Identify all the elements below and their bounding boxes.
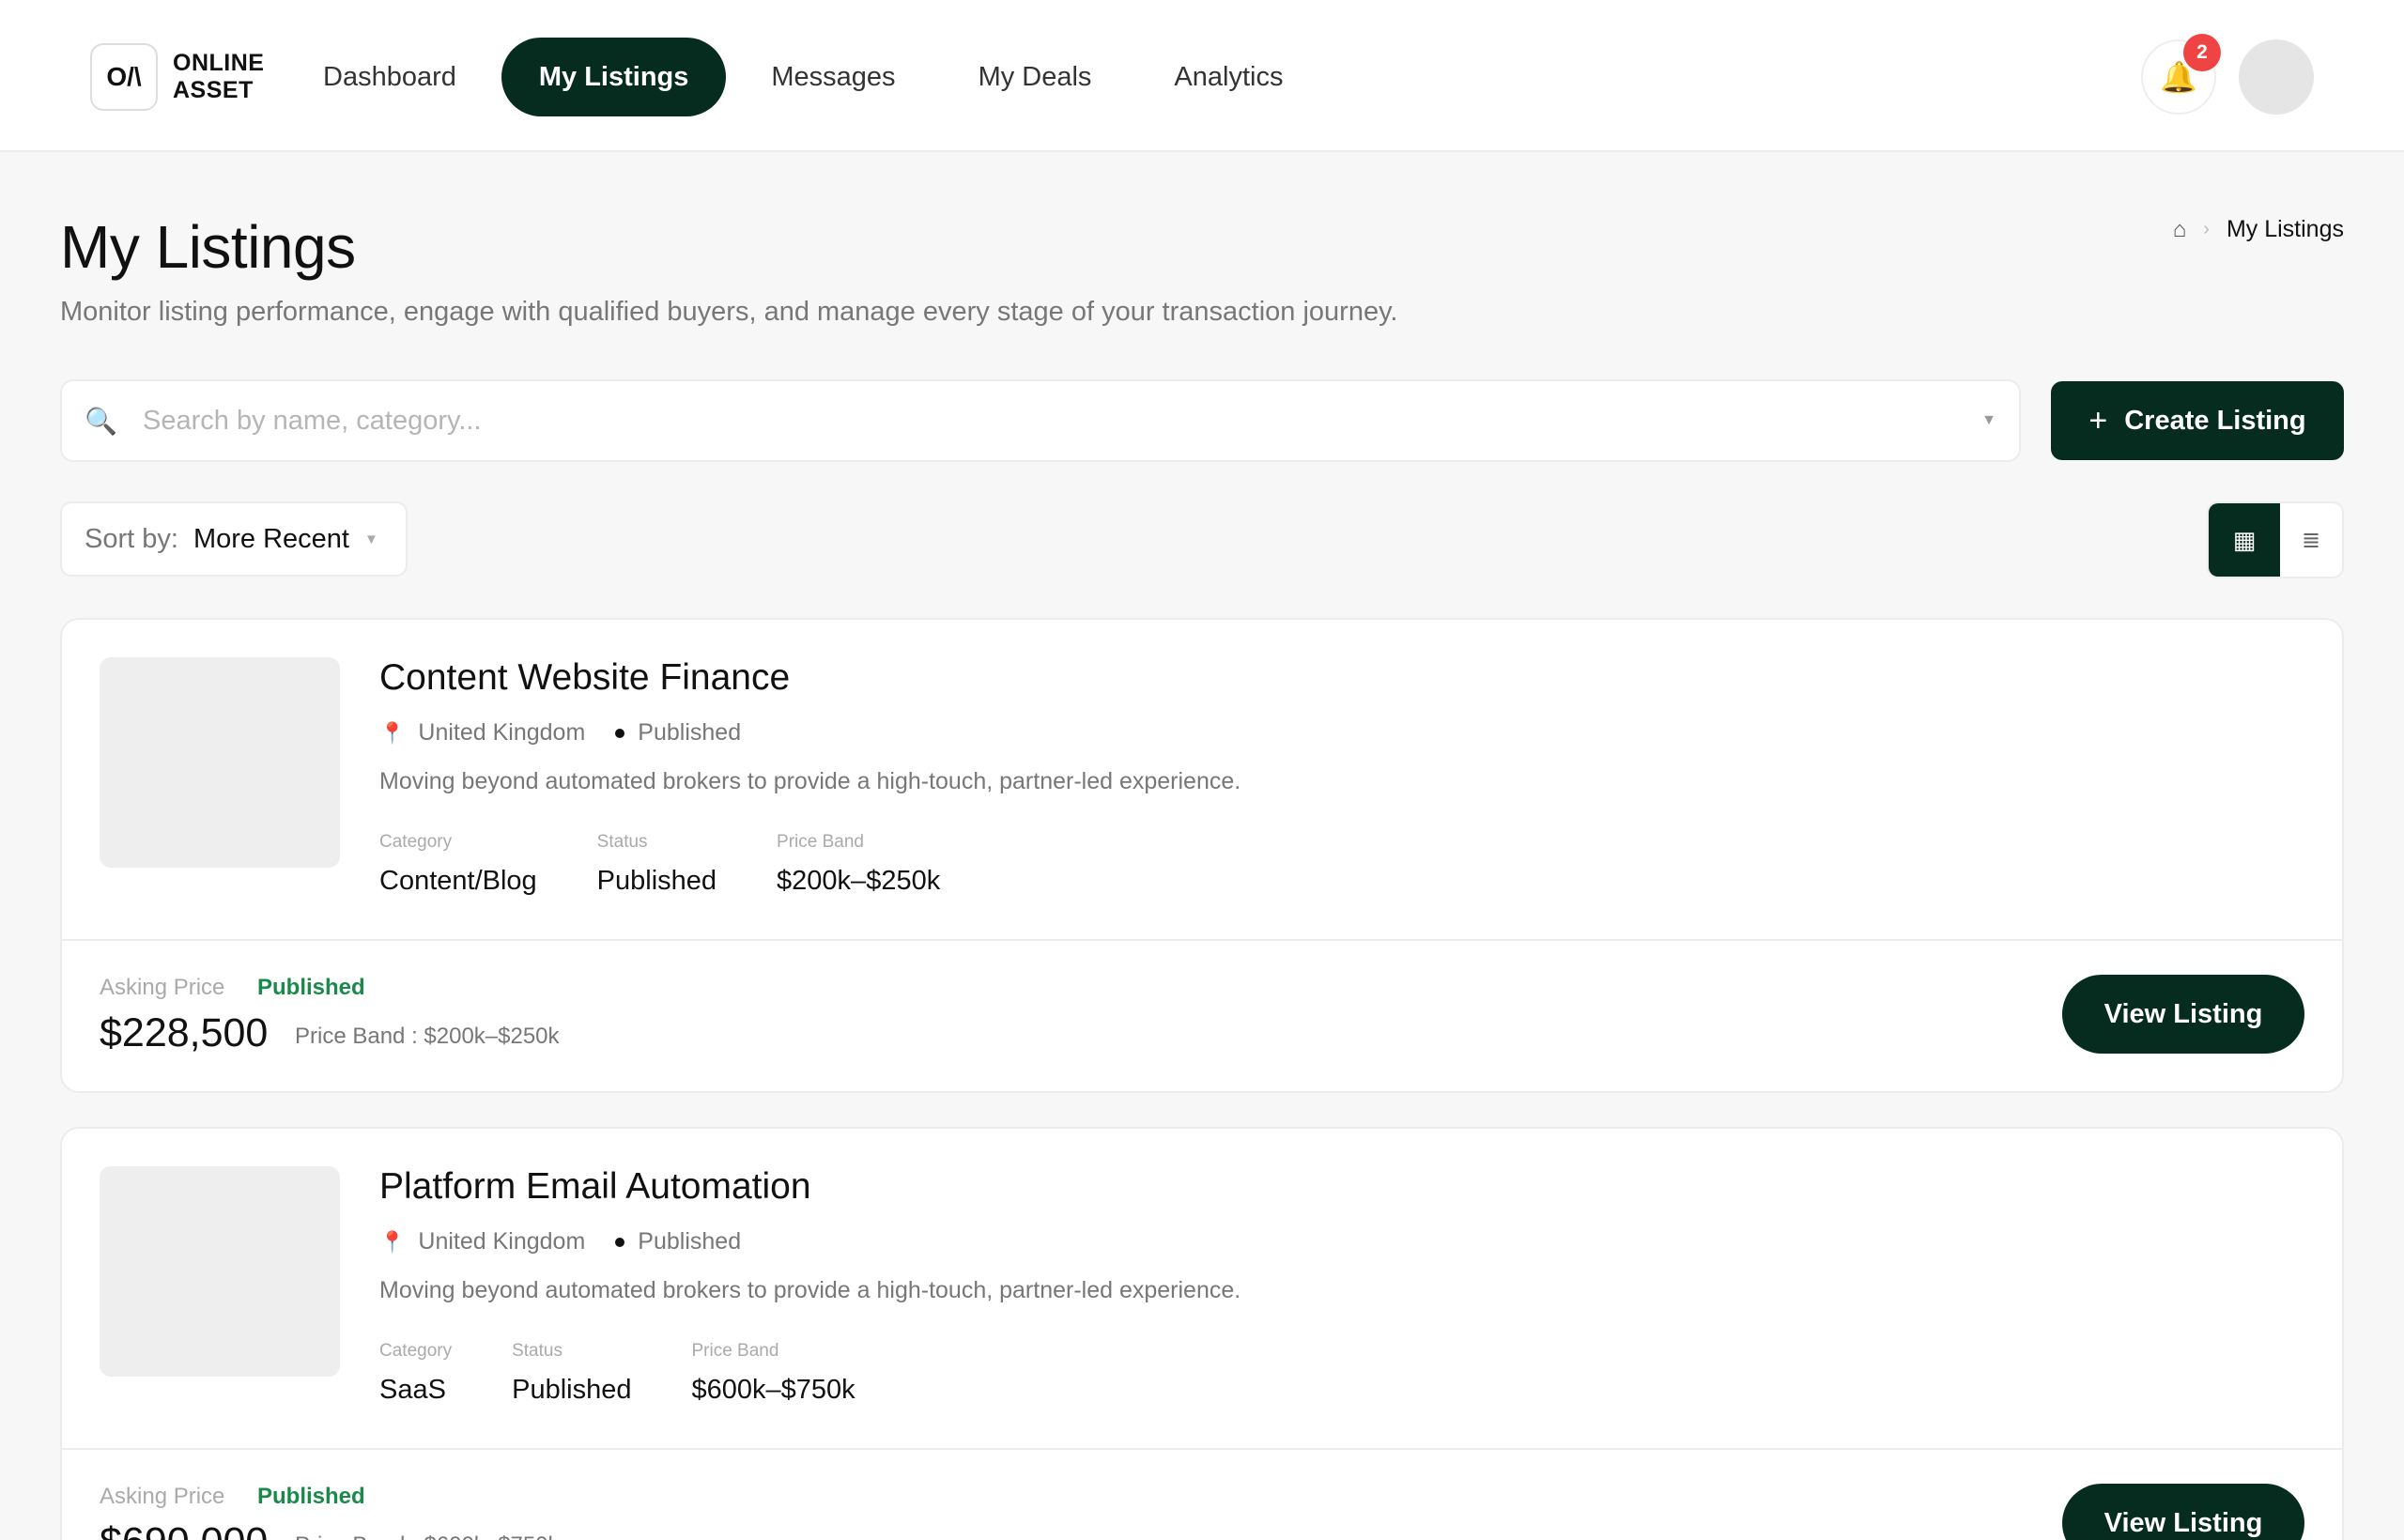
list-view-button[interactable]: ≣: [2280, 503, 2342, 577]
nav-item-my-listings[interactable]: My Listings: [501, 38, 727, 116]
listing-card-body: Content Website Finance 📍 United Kingdom…: [62, 620, 2342, 941]
listing-thumbnail[interactable]: [100, 1166, 340, 1377]
sort-label: Sort by:: [85, 523, 178, 554]
listing-status: Published: [638, 719, 742, 746]
fact-price-band: Price Band $600k–$750k: [691, 1341, 855, 1406]
asking-price-amount: $228,500: [100, 1010, 269, 1055]
listing-card-body: Platform Email Automation 📍 United Kingd…: [62, 1129, 2342, 1450]
nav-item-messages[interactable]: Messages: [733, 38, 932, 116]
listing-card-footer: Asking Price Published $690,000 Price Ba…: [62, 1450, 2342, 1540]
location-pin-icon: 📍: [379, 1229, 406, 1254]
search-bar[interactable]: 🔍 ▼: [60, 379, 2021, 462]
page-subtitle: Monitor listing performance, engage with…: [60, 297, 1398, 327]
listing-description: Moving beyond automated brokers to provi…: [379, 768, 1241, 794]
view-listing-button[interactable]: View Listing: [2062, 975, 2304, 1054]
fact-category: Category Content/Blog: [379, 832, 537, 897]
fact-value: $200k–$250k: [777, 866, 941, 896]
fact-label: Status: [596, 832, 648, 852]
listing-facts: Category SaaS Status Published Price Ban…: [379, 1341, 916, 1406]
grid-icon: ▦: [2232, 525, 2257, 554]
fact-label: Category: [379, 1341, 453, 1361]
asking-price-label: Asking Price: [100, 975, 225, 1000]
logo-text: ONLINE ASSET: [173, 50, 276, 104]
breadcrumb: ⌂ › My Listings: [2173, 216, 2344, 243]
listing-card: Platform Email Automation 📍 United Kingd…: [60, 1127, 2344, 1540]
page-title: My Listings: [60, 213, 356, 281]
fact-value: $600k–$750k: [691, 1375, 855, 1405]
nav-item-my-deals[interactable]: My Deals: [941, 38, 1130, 116]
listing-meta: 📍 United Kingdom Published: [379, 1228, 741, 1255]
user-avatar[interactable]: [2239, 39, 2314, 115]
chevron-right-icon: ›: [2203, 219, 2210, 239]
location-pin-icon: 📍: [379, 720, 406, 745]
listing-status: Published: [638, 1228, 742, 1255]
asking-price-status: Published: [257, 975, 365, 1000]
listing-location: United Kingdom: [418, 719, 586, 746]
listing-meta: 📍 United Kingdom Published: [379, 719, 741, 747]
price-band-text: Price Band : $200k–$250k: [295, 1024, 560, 1049]
fact-category: Category SaaS: [379, 1341, 452, 1406]
home-icon[interactable]: ⌂: [2173, 217, 2187, 243]
price-band-text: Price Band : $600k–$750k: [295, 1532, 560, 1540]
fact-status: Status Published: [512, 1341, 631, 1406]
list-icon: ≣: [2301, 527, 2321, 553]
logo-text-line2: ASSET: [173, 77, 254, 103]
fact-label: Category: [379, 832, 453, 852]
asking-price-amount: $690,000: [100, 1519, 268, 1540]
fact-value: SaaS: [379, 1375, 446, 1405]
asking-price-status: Published: [257, 1484, 365, 1509]
brand-logo[interactable]: O/\ ONLINE ASSET: [90, 43, 276, 111]
sort-value: More Recent: [193, 523, 349, 554]
fact-label: Price Band: [691, 1341, 779, 1361]
logo-text-line1: ONLINE: [173, 50, 265, 76]
asking-price-label: Asking Price: [100, 1484, 225, 1509]
chevron-down-icon: ▼: [363, 531, 378, 547]
fact-status: Status Published: [597, 832, 717, 897]
top-navigation-bar: O/\ ONLINE ASSET Dashboard My Listings M…: [0, 0, 2404, 152]
listing-card: Content Website Finance 📍 United Kingdom…: [60, 618, 2344, 1093]
status-dot-icon: [615, 728, 625, 738]
main-nav: Dashboard My Listings Messages My Deals …: [285, 38, 1328, 116]
create-listing-button[interactable]: + Create Listing: [2051, 381, 2344, 460]
nav-item-dashboard[interactable]: Dashboard: [285, 38, 494, 116]
logo-mark: O/\: [90, 43, 158, 111]
nav-item-analytics[interactable]: Analytics: [1136, 38, 1320, 116]
search-input[interactable]: [143, 405, 1982, 437]
plus-icon: +: [2088, 402, 2108, 439]
sort-dropdown[interactable]: Sort by: More Recent ▼: [60, 501, 408, 577]
fact-value: Published: [512, 1375, 632, 1405]
listing-description: Moving beyond automated brokers to provi…: [379, 1277, 1241, 1303]
view-listing-button[interactable]: View Listing: [2062, 1484, 2304, 1540]
fact-label: Price Band: [777, 832, 864, 852]
view-toggle: ▦ ≣: [2207, 501, 2344, 578]
listing-facts: Category Content/Blog Status Published P…: [379, 832, 1000, 897]
listing-title[interactable]: Content Website Finance: [379, 657, 790, 699]
notification-count-badge: 2: [2183, 34, 2221, 71]
fact-value: Content/Blog: [379, 866, 537, 896]
listing-card-footer: Asking Price Published $228,500 Price Ba…: [62, 941, 2342, 1091]
listing-location: United Kingdom: [418, 1228, 586, 1255]
fact-label: Status: [512, 1341, 562, 1361]
listing-title[interactable]: Platform Email Automation: [379, 1166, 811, 1208]
listing-thumbnail[interactable]: [100, 657, 340, 868]
grid-view-button[interactable]: ▦: [2209, 503, 2280, 577]
search-icon: 🔍: [85, 406, 117, 436]
fact-price-band: Price Band $200k–$250k: [777, 832, 940, 897]
create-listing-label: Create Listing: [2124, 405, 2306, 436]
breadcrumb-current: My Listings: [2226, 216, 2344, 242]
fact-value: Published: [596, 866, 717, 896]
status-dot-icon: [615, 1237, 625, 1247]
chevron-down-icon[interactable]: ▼: [1981, 412, 1996, 429]
